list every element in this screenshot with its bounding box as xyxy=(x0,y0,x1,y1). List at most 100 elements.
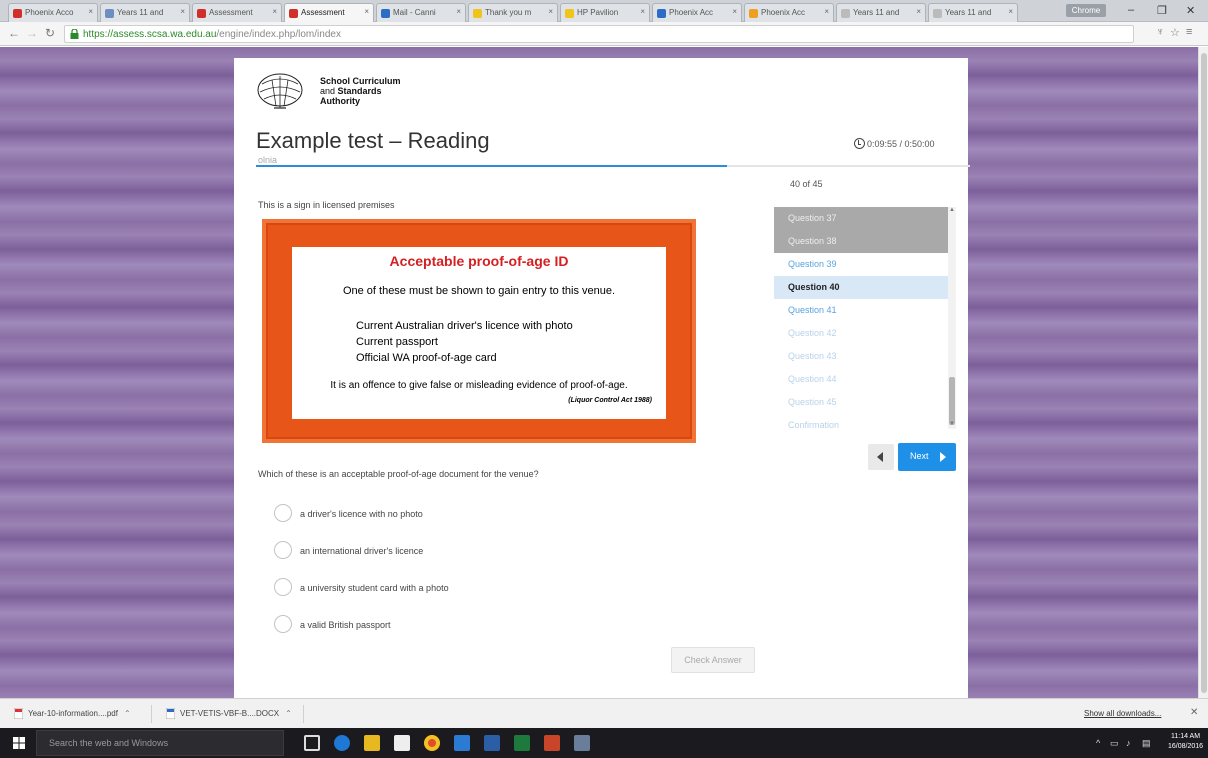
browser-tab[interactable]: Mail - Canni × xyxy=(376,3,466,22)
scroll-up-icon[interactable]: ▲ xyxy=(949,207,955,213)
taskbar-search[interactable]: Search the web and Windows xyxy=(36,730,284,756)
tab-close-icon[interactable]: × xyxy=(88,7,93,16)
tab-label[interactable]: Years 11 and xyxy=(945,8,991,17)
chrome-icon[interactable] xyxy=(424,735,440,751)
powerpoint-icon[interactable] xyxy=(544,735,560,751)
question-nav-item[interactable]: Question 39 xyxy=(774,253,948,276)
tab-close-icon[interactable]: × xyxy=(640,7,645,16)
close-downloads-icon[interactable]: ✕ xyxy=(1190,707,1198,718)
tab-close-icon[interactable]: × xyxy=(548,7,553,16)
next-button[interactable]: Next xyxy=(898,443,956,471)
windows-start-icon[interactable] xyxy=(13,737,25,749)
question-nav-item[interactable]: Question 44 xyxy=(774,368,948,391)
download-item[interactable]: Year-10-information....pdf ⌃ xyxy=(12,705,152,723)
tab-label[interactable]: Years 11 and xyxy=(853,8,899,17)
download-item[interactable]: VET-VETIS-VBF-B....DOCX ⌃ xyxy=(164,705,304,723)
tray-chevron-icon[interactable]: ^ xyxy=(1096,738,1100,748)
browser-tab[interactable]: Thank you m × xyxy=(468,3,558,22)
browser-tab[interactable]: Phoenix Acc × xyxy=(744,3,834,22)
question-nav-item[interactable]: Confirmation xyxy=(774,414,948,429)
question-nav-item[interactable]: Question 42 xyxy=(774,322,948,345)
menu-icon[interactable]: ≡ xyxy=(1186,26,1192,38)
download-menu-icon[interactable]: ⌃ xyxy=(285,709,292,718)
tab-close-icon[interactable]: × xyxy=(456,7,461,16)
question-nav-item[interactable]: Question 40 xyxy=(774,276,948,299)
browser-tab[interactable]: Years 11 and × xyxy=(928,3,1018,22)
file-explorer-icon[interactable] xyxy=(364,735,380,751)
browser-tab[interactable]: Years 11 and × xyxy=(100,3,190,22)
browser-tab[interactable]: HP Pavilion × xyxy=(560,3,650,22)
question-list[interactable]: Question 37 Question 38 Question 39 Questio… xyxy=(774,207,948,429)
scroll-down-icon[interactable]: ▼ xyxy=(949,421,955,427)
answer-option-label[interactable]: a driver's licence with no photo xyxy=(300,509,423,519)
photos-icon[interactable] xyxy=(574,735,590,751)
extension-icon[interactable]: ♆ xyxy=(1156,26,1164,38)
question-nav-item[interactable]: Question 41 xyxy=(774,299,948,322)
previous-button[interactable] xyxy=(868,444,894,470)
tab-close-icon[interactable]: × xyxy=(732,7,737,16)
tab-close-icon[interactable]: × xyxy=(1008,7,1013,16)
radio-button[interactable] xyxy=(274,504,292,522)
taskbar-clock[interactable]: 11:14 AM 16/08/2016 xyxy=(1168,732,1203,752)
question-nav-item[interactable]: Question 37 xyxy=(774,207,948,230)
task-view-icon[interactable] xyxy=(304,735,320,751)
question-nav-item[interactable]: Question 45 xyxy=(774,391,948,414)
browser-tab[interactable]: Assessment × xyxy=(192,3,282,22)
profile-button[interactable]: Chrome xyxy=(1066,4,1106,17)
close-window-icon[interactable]: ✕ xyxy=(1186,4,1195,17)
forward-icon[interactable]: → xyxy=(26,26,38,40)
outlook-icon[interactable] xyxy=(454,735,470,751)
tab-label[interactable]: Thank you m xyxy=(485,8,531,17)
download-filename[interactable]: Year-10-information....pdf xyxy=(28,709,118,718)
tab-close-icon[interactable]: × xyxy=(180,7,185,16)
page-scrollbar-thumb[interactable] xyxy=(1201,53,1207,693)
tab-close-icon[interactable]: × xyxy=(364,7,369,16)
tab-label[interactable]: HP Pavilion xyxy=(577,8,618,17)
timer-text: 0:09:55 / 0:50:00 xyxy=(867,139,935,149)
tab-close-icon[interactable]: × xyxy=(916,7,921,16)
check-answer-button[interactable]: Check Answer xyxy=(671,647,755,673)
tab-label[interactable]: Phoenix Acco xyxy=(25,8,73,17)
tab-label[interactable]: Assessment xyxy=(301,8,345,17)
answer-option-label[interactable]: a valid British passport xyxy=(300,620,391,630)
browser-tab[interactable]: Phoenix Acc × xyxy=(652,3,742,22)
show-all-downloads-link[interactable]: Show all downloads... xyxy=(1084,709,1161,718)
tab-label[interactable]: Mail - Canni xyxy=(393,8,436,17)
volume-icon[interactable]: ♪ xyxy=(1126,738,1131,748)
edge-browser-icon[interactable] xyxy=(334,735,350,751)
tab-close-icon[interactable]: × xyxy=(272,7,277,16)
tab-label[interactable]: Years 11 and xyxy=(117,8,163,17)
notification-icon[interactable]: ▤ xyxy=(1142,738,1151,749)
browser-tab[interactable]: Assessment × xyxy=(284,3,374,22)
radio-button[interactable] xyxy=(274,615,292,633)
excel-icon[interactable] xyxy=(514,735,530,751)
tab-close-icon[interactable]: × xyxy=(824,7,829,16)
browser-tab[interactable]: Years 11 and × xyxy=(836,3,926,22)
word-icon[interactable] xyxy=(484,735,500,751)
download-filename[interactable]: VET-VETIS-VBF-B....DOCX xyxy=(180,709,279,718)
question-nav-item[interactable]: Question 43 xyxy=(774,345,948,368)
maximize-icon[interactable]: ❐ xyxy=(1157,4,1167,17)
tab-label[interactable]: Phoenix Acc xyxy=(761,8,805,17)
network-icon[interactable]: ▭ xyxy=(1110,738,1119,749)
store-icon[interactable] xyxy=(394,735,410,751)
sign-id-item: Current passport xyxy=(356,336,438,348)
back-icon[interactable]: ← xyxy=(8,26,20,40)
next-button-label[interactable]: Next xyxy=(910,451,929,461)
bookmark-star-icon[interactable]: ☆ xyxy=(1170,26,1180,39)
question-nav-item[interactable]: Question 38 xyxy=(774,230,948,253)
answer-option-label[interactable]: a university student card with a photo xyxy=(300,583,449,593)
browser-tab[interactable]: Phoenix Acco × xyxy=(8,3,98,22)
question-list-scroll-thumb[interactable] xyxy=(949,377,955,425)
tab-label[interactable]: Phoenix Acc xyxy=(669,8,713,17)
reload-icon[interactable]: ↻ xyxy=(45,26,55,40)
radio-button[interactable] xyxy=(274,578,292,596)
download-menu-icon[interactable]: ⌃ xyxy=(124,709,131,718)
radio-button[interactable] xyxy=(274,541,292,559)
question-list-scrollbar[interactable]: ▲ ▼ xyxy=(948,207,956,429)
minimize-icon[interactable]: – xyxy=(1128,4,1134,16)
answer-option-label[interactable]: an international driver's licence xyxy=(300,546,423,556)
address-bar[interactable]: https://assess.scsa.wa.edu.au/engine/ind… xyxy=(64,25,1134,43)
tab-label[interactable]: Assessment xyxy=(209,8,253,17)
page-scrollbar[interactable] xyxy=(1198,47,1208,698)
